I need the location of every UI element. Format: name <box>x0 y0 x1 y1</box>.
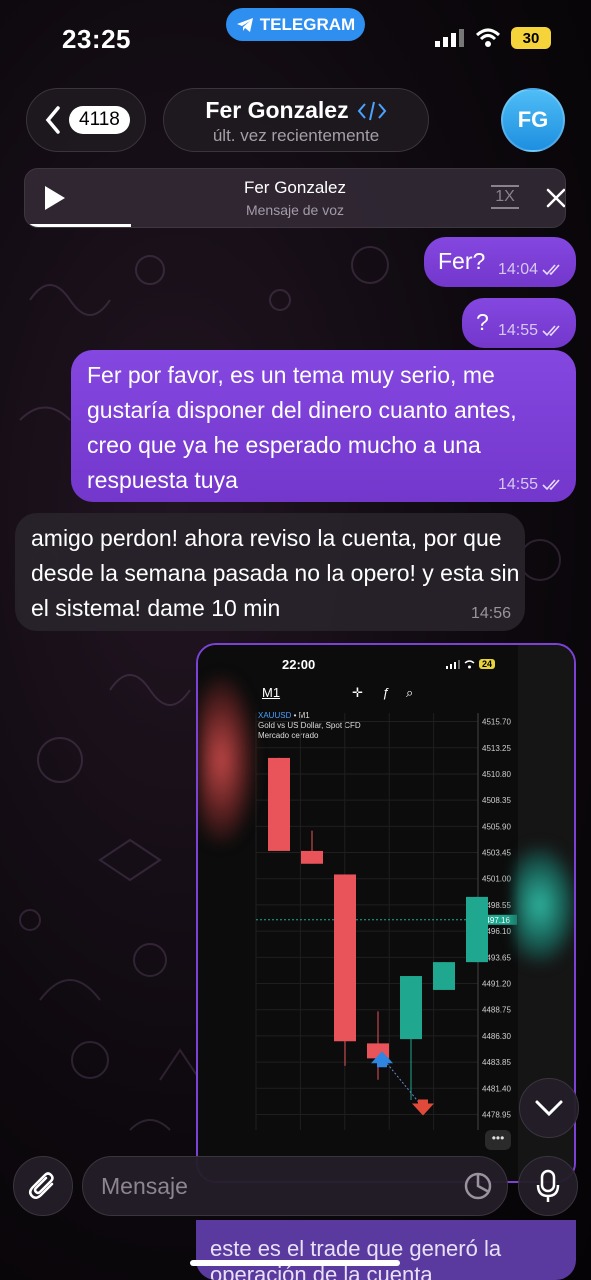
chevron-down-icon <box>535 1100 563 1117</box>
price-tick-label: 4488.75 <box>482 1006 511 1015</box>
message-text: Fer? <box>438 248 486 274</box>
chevron-left-icon <box>45 106 60 134</box>
double-check-icon <box>542 264 560 276</box>
price-tick-label: 4501.00 <box>482 875 511 884</box>
blurred-region <box>198 675 256 845</box>
chat-title: Fer Gonzalez <box>205 97 349 123</box>
voice-message-player: Fer Gonzalez Mensaje de voz 1X <box>24 168 566 228</box>
message-input-placeholder: Mensaje <box>101 1173 188 1199</box>
more-options-icon[interactable]: ••• <box>485 1130 511 1150</box>
telegram-icon <box>236 17 253 32</box>
candle-body <box>334 874 356 1042</box>
status-bar: 23:25 TELEGRAM 30 <box>0 0 591 70</box>
back-button[interactable]: 4118 <box>26 88 146 152</box>
sticker-icon <box>464 1172 492 1200</box>
price-tick-label: 4513.25 <box>482 744 511 753</box>
message-text: ? <box>476 309 489 335</box>
wifi-icon <box>475 28 501 47</box>
battery-icon: 30 <box>511 27 551 49</box>
message-time: 14:55 <box>497 476 538 493</box>
candle-body <box>466 896 488 963</box>
paperclip-icon <box>29 1172 54 1199</box>
message-meta: 14:04 <box>498 261 564 279</box>
message-time: 14:55 <box>497 322 538 339</box>
close-player-button[interactable] <box>545 187 565 214</box>
candle-body <box>301 850 323 864</box>
candle-body <box>268 757 290 851</box>
chart-screenshot: 22:00 24 M1 ✛ ƒ ⌕ XAUUSD • M1 Gold vs US… <box>198 645 518 1181</box>
home-indicator <box>190 1260 400 1266</box>
candle-body <box>400 976 422 1040</box>
sticker-button[interactable] <box>463 1171 493 1206</box>
unread-count-badge: 4118 <box>69 106 130 134</box>
message-text: amigo perdon! ahora reviso la cuenta, po… <box>31 525 520 621</box>
attach-button[interactable] <box>13 1156 73 1216</box>
telegram-return-pill[interactable]: TELEGRAM <box>226 8 365 41</box>
playback-speed-button[interactable]: 1X <box>491 185 519 209</box>
blurred-region <box>514 845 574 965</box>
double-check-icon <box>542 325 560 337</box>
trade-connector-line <box>381 1056 424 1108</box>
message-meta: 14:55 <box>498 322 564 340</box>
status-icons: 30 <box>435 27 551 49</box>
signal-icon <box>435 29 464 47</box>
message-bubble-outgoing[interactable]: Fer por favor, es un tema muy serio, me … <box>71 350 576 502</box>
price-tick-label: 4508.35 <box>482 796 511 805</box>
code-icon <box>357 101 386 120</box>
double-check-icon <box>542 479 560 491</box>
message-bubble-incoming[interactable]: amigo perdon! ahora reviso la cuenta, po… <box>15 513 525 631</box>
price-tick-label: 4505.90 <box>482 822 511 831</box>
voice-sender: Fer Gonzalez <box>243 178 347 197</box>
price-tick-label: 4503.45 <box>482 849 511 858</box>
last-seen-status: últ. vez recientemente <box>212 126 380 145</box>
voice-progress-bar <box>25 224 131 227</box>
microphone-icon <box>536 1169 560 1202</box>
sell-arrow-marker <box>412 1099 434 1116</box>
price-tick-label: 4510.80 <box>482 770 511 779</box>
close-icon <box>546 188 565 208</box>
message-input[interactable]: Mensaje <box>82 1156 508 1216</box>
image-caption: este es el trade que generó la operación… <box>196 1220 576 1280</box>
message-time: 14:56 <box>470 605 511 622</box>
contact-avatar[interactable]: FG <box>501 88 565 152</box>
message-meta: 14:55 <box>498 476 564 494</box>
price-tick-label: 4481.40 <box>482 1084 511 1093</box>
message-time: 14:04 <box>497 261 538 278</box>
price-tick-label: 4515.70 <box>482 718 511 727</box>
chat-header[interactable]: Fer Gonzalez últ. vez recientemente <box>163 88 429 152</box>
message-text: Fer por favor, es un tema muy serio, me … <box>87 362 517 493</box>
candle-body <box>433 962 455 990</box>
price-tick-label: 4486.30 <box>482 1032 511 1041</box>
message-bubble-outgoing[interactable]: ? 14:55 <box>462 298 576 348</box>
telegram-pill-label: TELEGRAM <box>259 14 356 34</box>
price-tick-label: 4478.95 <box>482 1110 511 1119</box>
price-tick-label: 4483.85 <box>482 1058 511 1067</box>
voice-record-button[interactable] <box>518 1156 578 1216</box>
message-bubble-outgoing[interactable]: Fer? 14:04 <box>424 237 576 287</box>
status-time: 23:25 <box>62 24 131 54</box>
scroll-to-bottom-button[interactable] <box>519 1078 579 1138</box>
voice-type-label: Mensaje de voz <box>245 202 345 218</box>
price-tick-label: 4491.20 <box>482 980 511 989</box>
